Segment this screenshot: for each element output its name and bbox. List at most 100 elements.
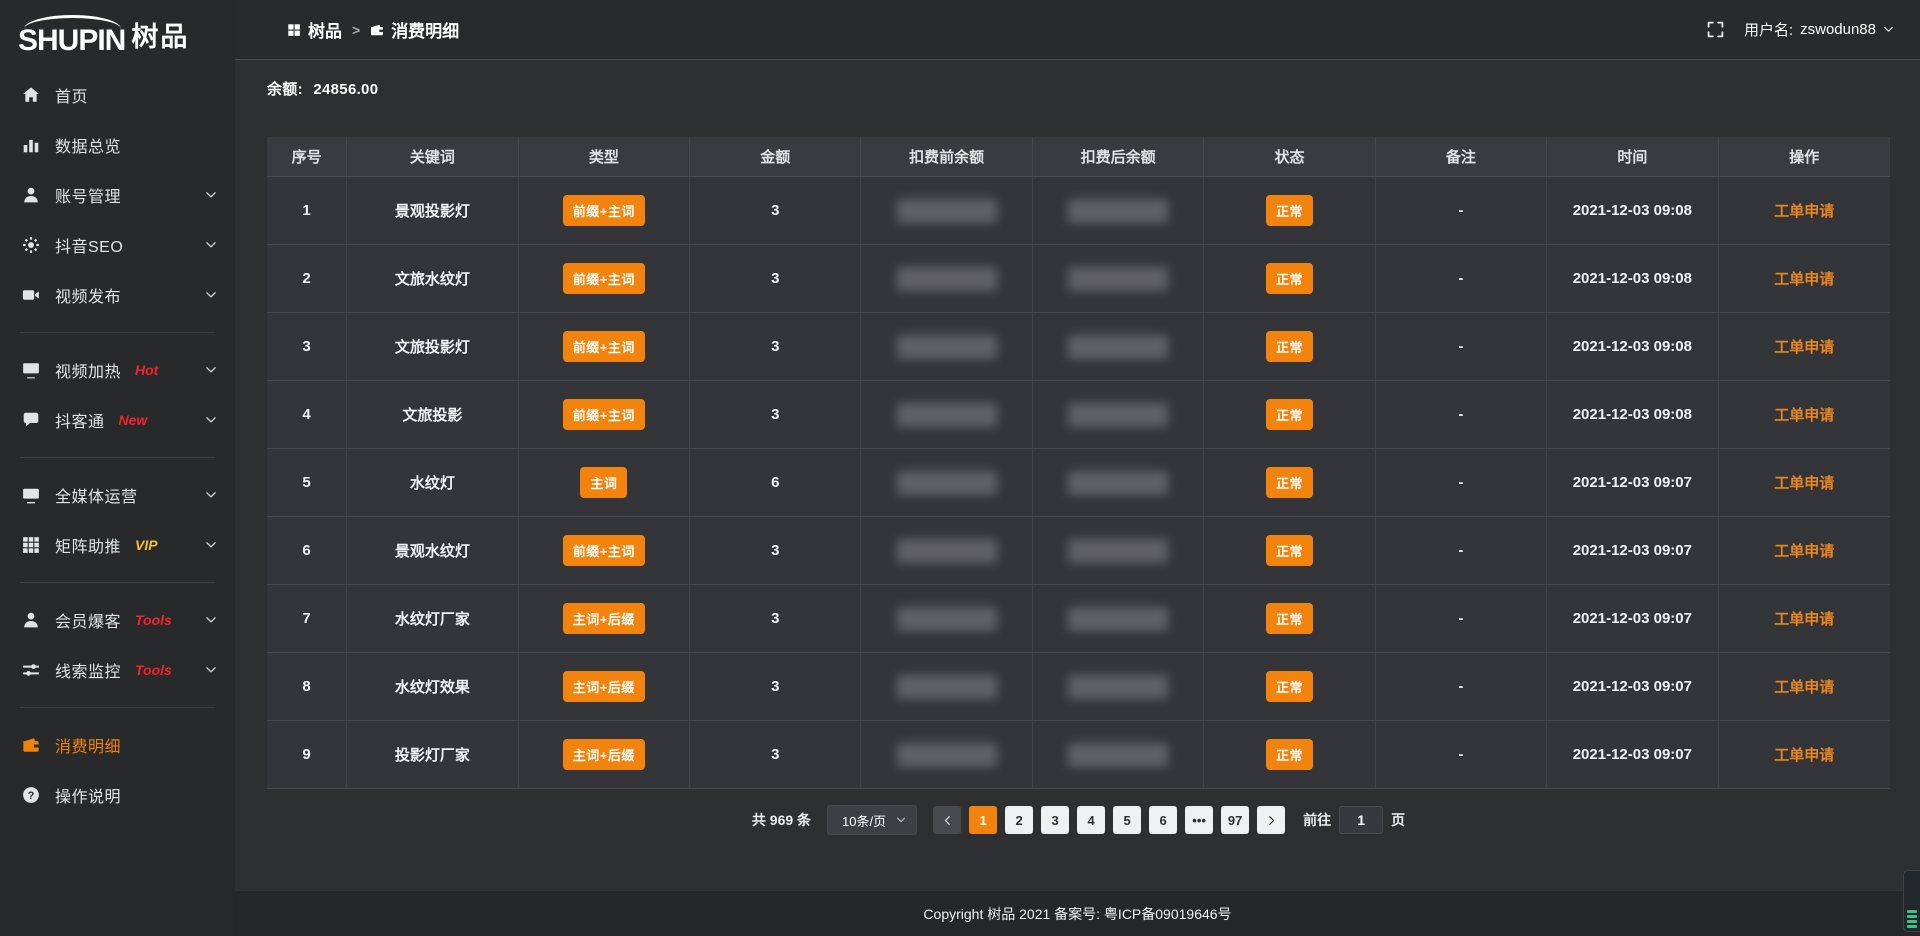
page-button-1[interactable]: 1 — [969, 806, 997, 834]
sidebar-item-13[interactable]: 线索监控Tools — [0, 645, 235, 695]
ticket-apply-link[interactable]: 工单申请 — [1774, 475, 1834, 492]
jump-suffix: 页 — [1391, 810, 1405, 830]
sidebar-item-4[interactable]: 视频发布 — [0, 270, 235, 320]
prev-page-button[interactable] — [933, 806, 961, 834]
logo-arc — [24, 15, 121, 29]
cell-action: 工单申请 — [1719, 517, 1890, 585]
ticket-apply-link[interactable]: 工单申请 — [1774, 543, 1834, 560]
cell-remark: - — [1376, 177, 1547, 245]
table-row: 2文旅水纹灯前缀+主词3正常-2021-12-03 09:08工单申请 — [267, 245, 1890, 313]
breadcrumb-item-current[interactable]: 消费明细 — [370, 17, 459, 42]
table-row: 6景观水纹灯前缀+主词3正常-2021-12-03 09:07工单申请 — [267, 517, 1890, 585]
cell-keyword: 投影灯厂家 — [347, 721, 518, 789]
sidebar-item-1[interactable]: 数据总览 — [0, 120, 235, 170]
cell-status: 正常 — [1204, 313, 1375, 381]
sidebar-item-label: 操作说明 — [55, 783, 121, 807]
page-size-select[interactable]: 10条/页 — [827, 805, 917, 835]
cell-status: 正常 — [1204, 449, 1375, 517]
sidebar-item-10[interactable]: 矩阵助推VIP — [0, 520, 235, 570]
sidebar-item-label: 矩阵助推 — [55, 533, 121, 557]
page-button-5[interactable]: 5 — [1113, 806, 1141, 834]
sidebar-divider — [20, 707, 215, 708]
floating-widget[interactable] — [1903, 870, 1920, 932]
type-badge: 前缀+主词 — [563, 535, 645, 566]
sidebar-item-label: 抖客通 — [55, 408, 105, 432]
widget-bar — [1907, 915, 1917, 918]
sidebar-item-16[interactable]: ? 操作说明 — [0, 770, 235, 820]
wallet-icon — [22, 736, 40, 754]
sidebar-item-9[interactable]: 全媒体运营 — [0, 470, 235, 520]
sidebar-item-3[interactable]: 抖音SEO — [0, 220, 235, 270]
redacted-value — [1068, 539, 1168, 563]
type-badge: 主词+后缀 — [563, 603, 645, 634]
cell-type: 主词 — [519, 449, 690, 517]
ticket-apply-link[interactable]: 工单申请 — [1774, 203, 1834, 220]
next-page-button[interactable] — [1257, 806, 1285, 834]
ticket-apply-link[interactable]: 工单申请 — [1774, 679, 1834, 696]
sidebar-item-7[interactable]: 抖客通New — [0, 395, 235, 445]
cell-time: 2021-12-03 09:08 — [1547, 245, 1718, 313]
status-badge: 正常 — [1266, 603, 1313, 634]
sidebar-item-label: 首页 — [55, 83, 88, 107]
content: 余额: 24856.00 序号关键词类型金额扣费前余额扣费后余额状态备注时间操作… — [235, 60, 1920, 890]
cell-balance-before — [861, 177, 1032, 245]
cell-keyword: 文旅投影灯 — [347, 313, 518, 381]
status-badge: 正常 — [1266, 739, 1313, 770]
ticket-apply-link[interactable]: 工单申请 — [1774, 611, 1834, 628]
page-button-6[interactable]: 6 — [1149, 806, 1177, 834]
redacted-value — [1068, 675, 1168, 699]
redacted-value — [897, 675, 997, 699]
jump-page-input[interactable] — [1339, 806, 1383, 834]
cell-action: 工单申请 — [1719, 381, 1890, 449]
user-menu[interactable]: 用户名: zswodun88 — [1744, 19, 1894, 40]
cell-remark: - — [1376, 449, 1547, 517]
cell-keyword: 文旅投影 — [347, 381, 518, 449]
sidebar-item-15[interactable]: 消费明细 — [0, 720, 235, 770]
sidebar-item-0[interactable]: 首页 — [0, 70, 235, 120]
svg-text:?: ? — [28, 790, 35, 802]
ticket-apply-link[interactable]: 工单申请 — [1774, 339, 1834, 356]
page-button-3[interactable]: 3 — [1041, 806, 1069, 834]
cell-time: 2021-12-03 09:07 — [1547, 653, 1718, 721]
cell-balance-after — [1033, 245, 1204, 313]
page-button-4[interactable]: 4 — [1077, 806, 1105, 834]
fullscreen-icon[interactable] — [1707, 21, 1724, 38]
balance-value: 24856.00 — [313, 81, 378, 98]
cell-keyword: 水纹灯效果 — [347, 653, 518, 721]
logo-text-en: SHUPIN — [18, 27, 125, 54]
sidebar-item-2[interactable]: 账号管理 — [0, 170, 235, 220]
app-root: SHUPIN 树品 首页数据总览账号管理抖音SEO视频发布视频加热Hot抖客通N… — [0, 0, 1920, 936]
table-row: 8水纹灯效果主词+后缀3正常-2021-12-03 09:07工单申请 — [267, 653, 1890, 721]
cell-action: 工单申请 — [1719, 313, 1890, 381]
redacted-value — [897, 267, 997, 291]
page-button-2[interactable]: 2 — [1005, 806, 1033, 834]
redacted-value — [1068, 199, 1168, 223]
ticket-apply-link[interactable]: 工单申请 — [1774, 407, 1834, 424]
widget-bar — [1907, 925, 1917, 928]
question-icon: ? — [22, 786, 40, 804]
redacted-value — [1068, 403, 1168, 427]
redacted-value — [1068, 743, 1168, 767]
sidebar-item-tag: Hot — [135, 362, 158, 378]
cell-time: 2021-12-03 09:07 — [1547, 517, 1718, 585]
widget-bar — [1907, 910, 1917, 913]
sidebar-item-6[interactable]: 视频加热Hot — [0, 345, 235, 395]
breadcrumb-label: 树品 — [308, 17, 342, 42]
cell-time: 2021-12-03 09:07 — [1547, 585, 1718, 653]
cell-remark: - — [1376, 721, 1547, 789]
page-button-97[interactable]: 97 — [1221, 806, 1249, 834]
ticket-apply-link[interactable]: 工单申请 — [1774, 747, 1834, 764]
ticket-apply-link[interactable]: 工单申请 — [1774, 271, 1834, 288]
column-header: 金额 — [690, 137, 861, 177]
cell-keyword: 水纹灯 — [347, 449, 518, 517]
cell-status: 正常 — [1204, 245, 1375, 313]
grid-small-icon — [287, 23, 301, 37]
sidebar-item-12[interactable]: 会员爆客Tools — [0, 595, 235, 645]
more-pages-button[interactable]: ••• — [1185, 806, 1213, 834]
column-header: 序号 — [267, 137, 347, 177]
cell-time: 2021-12-03 09:08 — [1547, 177, 1718, 245]
cell-keyword: 水纹灯厂家 — [347, 585, 518, 653]
cell-action: 工单申请 — [1719, 177, 1890, 245]
breadcrumb-item-home[interactable]: 树品 — [287, 17, 342, 42]
column-header: 操作 — [1719, 137, 1890, 177]
